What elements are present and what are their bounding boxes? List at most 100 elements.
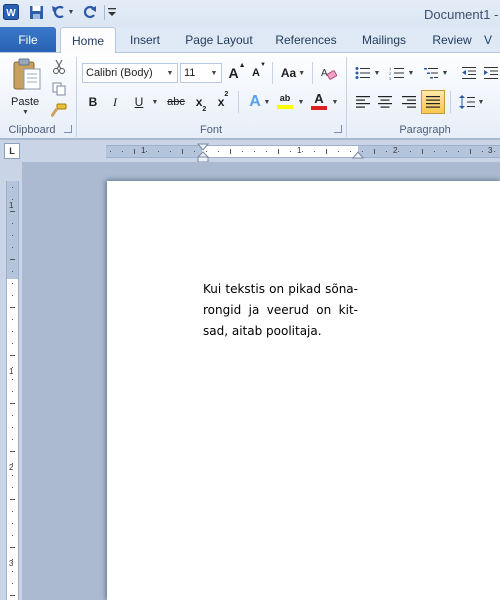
bold-button[interactable]: B <box>82 91 104 113</box>
ruler-tick <box>386 151 387 152</box>
align-right-icon[interactable] <box>398 91 420 113</box>
justify-button[interactable] <box>421 90 445 114</box>
font-size-value: 11 <box>184 67 196 79</box>
clipboard-separator <box>76 57 77 137</box>
italic-button[interactable]: I <box>104 91 126 113</box>
ruler-tick <box>374 149 375 154</box>
chevron-down-icon[interactable]: ▼ <box>165 64 175 82</box>
font-size-combo[interactable]: 11 ▼ <box>180 63 222 83</box>
highlight-button[interactable]: ab <box>274 90 296 112</box>
numbering-icon[interactable]: 123 <box>386 62 408 84</box>
document-title: Document1 - <box>424 7 499 22</box>
shrink-font-icon: A <box>252 67 260 79</box>
ruler-tick <box>12 343 13 344</box>
font-color-button[interactable]: A <box>308 90 330 112</box>
undo-dropdown-icon[interactable]: ▼ <box>66 3 76 21</box>
tab-review[interactable]: Review <box>424 27 480 53</box>
font-launcher-icon[interactable] <box>334 125 342 133</box>
multilevel-list-icon[interactable] <box>420 62 442 84</box>
shrink-font-button[interactable]: A ▼ <box>248 62 270 84</box>
align-left-icon[interactable] <box>352 91 374 113</box>
document-body[interactable]: Kui tekstis on pikad sõna- rongid ja vee… <box>203 279 358 342</box>
underline-button[interactable]: U <box>128 91 150 113</box>
ruler-tick <box>302 151 303 152</box>
cut-icon[interactable] <box>48 56 70 78</box>
change-case-button[interactable]: Aa ▼ <box>278 62 308 84</box>
font-color-dropdown-icon[interactable]: ▼ <box>330 91 340 113</box>
strikethrough-button[interactable]: abc <box>164 91 188 113</box>
justify-icon <box>426 96 440 108</box>
ruler-tick <box>398 151 399 152</box>
ruler-tick <box>12 559 13 560</box>
tab-references[interactable]: References <box>268 27 344 53</box>
ruler-tick <box>10 547 15 548</box>
tab-view[interactable]: V <box>484 27 500 53</box>
indent-marker-icon[interactable] <box>197 143 209 163</box>
multilevel-dropdown-icon[interactable]: ▼ <box>440 62 450 84</box>
vertical-ruler-top-margin <box>7 181 18 279</box>
subscript-button[interactable]: x2 <box>190 91 212 113</box>
ruler-number: 3 <box>488 146 493 155</box>
ruler-tick <box>326 149 327 154</box>
save-icon[interactable] <box>27 3 45 21</box>
text-effects-dropdown-icon[interactable]: ▼ <box>262 91 272 113</box>
horizontal-ruler[interactable]: 1 1 2 3 <box>106 145 500 158</box>
numbering-dropdown-icon[interactable]: ▼ <box>406 62 416 84</box>
ruler-tick <box>122 151 123 152</box>
clear-formatting-icon[interactable]: A <box>318 62 340 84</box>
tab-mailings[interactable]: Mailings <box>352 27 416 53</box>
tab-home[interactable]: Home <box>60 27 116 54</box>
redo-icon[interactable] <box>80 3 98 21</box>
tab-insert[interactable]: Insert <box>120 27 170 53</box>
word-app-icon[interactable]: W <box>2 3 20 21</box>
font-color-icon: A <box>314 91 324 106</box>
chevron-down-icon[interactable]: ▼ <box>209 64 219 82</box>
increase-indent-icon[interactable] <box>480 62 500 84</box>
paste-icon <box>13 58 41 90</box>
ruler-tick <box>230 149 231 154</box>
paste-dropdown-icon[interactable]: ▼ <box>22 109 29 116</box>
font-name-value: Calibri (Body) <box>86 67 153 79</box>
change-case-icon: Aa <box>280 66 297 80</box>
bullets-icon[interactable] <box>352 62 374 84</box>
tab-page-layout[interactable]: Page Layout <box>176 27 262 53</box>
ruler-tick <box>218 151 219 152</box>
font-name-combo[interactable]: Calibri (Body) ▼ <box>82 63 178 83</box>
ruler-tick <box>146 151 147 152</box>
svg-text:W: W <box>6 8 16 19</box>
ruler-tick <box>12 535 13 536</box>
format-painter-icon[interactable] <box>48 100 70 122</box>
ruler-tick <box>470 149 471 154</box>
bullets-dropdown-icon[interactable]: ▼ <box>372 62 382 84</box>
grow-font-button[interactable]: A ▲ <box>226 62 248 84</box>
ruler-tick <box>410 151 411 152</box>
ruler-tick <box>10 595 15 596</box>
vertical-ruler[interactable]: 1 1 2 3 <box>6 181 19 600</box>
superscript-button[interactable]: x2 <box>212 91 234 113</box>
clipboard-launcher-icon[interactable] <box>64 125 72 133</box>
line-spacing-icon[interactable] <box>456 91 478 113</box>
underline-dropdown-icon[interactable]: ▼ <box>150 91 160 113</box>
decrease-indent-icon[interactable] <box>458 62 480 84</box>
ruler-tick <box>12 223 13 224</box>
line-spacing-dropdown-icon[interactable]: ▼ <box>476 91 486 113</box>
ruler-tick <box>12 187 13 188</box>
copy-icon[interactable] <box>48 78 70 100</box>
align-center-icon[interactable] <box>374 91 396 113</box>
customize-icon[interactable] <box>107 3 117 21</box>
document-page[interactable]: Kui tekstis on pikad sõna- rongid ja vee… <box>107 181 500 600</box>
font-separator <box>346 57 347 137</box>
ruler-left-margin <box>106 146 202 157</box>
highlight-dropdown-icon[interactable]: ▼ <box>296 91 306 113</box>
tab-selector-button[interactable]: L <box>4 143 20 159</box>
paste-button[interactable]: Paste ▼ <box>8 57 46 119</box>
ruler-tick <box>12 367 13 368</box>
right-indent-marker-icon[interactable] <box>352 151 364 159</box>
ruler-tick <box>254 151 255 152</box>
ruler-tick <box>314 151 315 152</box>
ruler-tick <box>12 199 13 200</box>
tab-file[interactable]: File <box>0 27 56 52</box>
subscript-sub: 2 <box>202 106 207 113</box>
ruler-tick <box>12 475 13 476</box>
ruler-number: 2 <box>393 146 398 155</box>
